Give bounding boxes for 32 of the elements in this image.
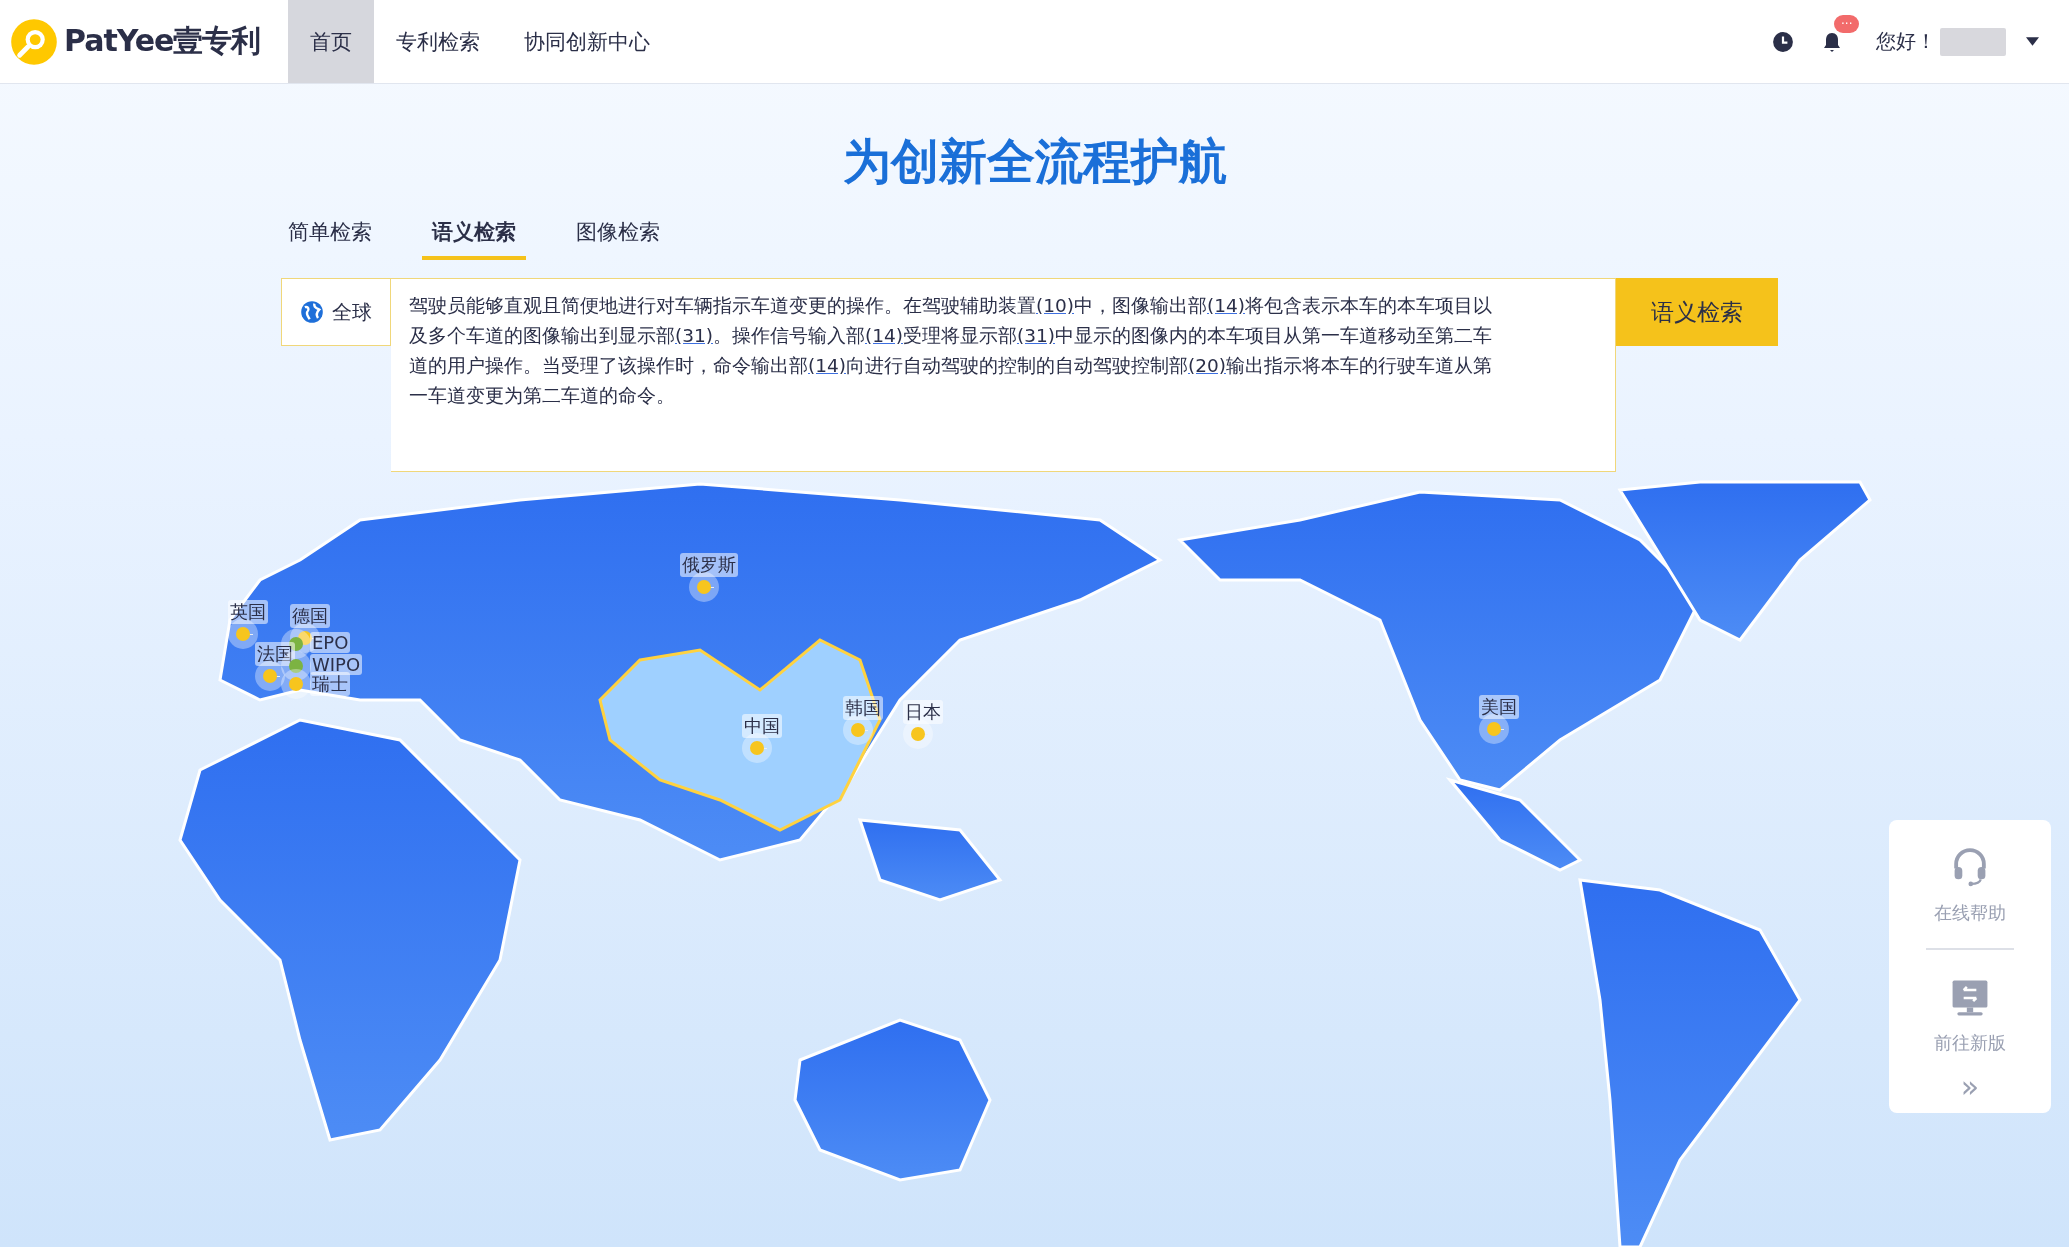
map-label: 德国 [290,604,330,628]
notification-badge: ··· [1834,14,1860,33]
map-label: 中国 [742,714,782,738]
map-label: 法国 [255,642,295,666]
map-label: 日本 [903,700,943,724]
logo-magnifier-icon [10,17,58,66]
monitor-swap-icon [1951,979,1989,1017]
bell-icon[interactable] [1822,30,1842,53]
headset-icon [1951,847,1989,887]
scope-selector[interactable]: 全球 [281,278,391,346]
semantic-search-button[interactable]: 语义检索 [1616,278,1778,346]
globe-icon [300,300,324,324]
logo-text: PatYee壹专利 [64,22,261,60]
nav-tab[interactable]: 首页 [288,0,374,83]
map-label: 英国 [228,600,268,624]
map-label: 瑞士 [310,672,350,696]
map-label: 俄罗斯 [680,553,738,577]
search-tab[interactable]: 图像检索 [566,214,670,260]
search-tab[interactable]: 语义检索 [422,214,526,260]
query-field[interactable]: 驾驶员能够直观且简便地进行对车辆指示车道变更的操作。在驾驶辅助装置(10)中，图像输出部(14)将包含表示本车的本车项目以及多个车道的图像输出到显示部(31)。操作信号输入部(14)受理将显示部(31)中显示的图像内的本车项目从第一车道移动至第二车道的用户操作。当受理了该操作时，命令输出部(14)向进行自动驾驶的控制的自动驾驶控制部(20)输出指示将本车的行驶车道从第一车道变更为第二车道的命令。 [391,278,1616,472]
map-label: EPO [310,632,351,653]
clock-icon[interactable] [1772,30,1794,53]
map-label: WIPO [310,654,363,675]
caret-down-icon[interactable] [2026,37,2039,46]
nav-tab[interactable]: 协同创新中心 [502,0,672,83]
nav-tab[interactable]: 专利检索 [374,0,502,83]
map-label: 美国 [1479,695,1519,719]
map-label: 韩国 [843,696,883,720]
hero-title: 为创新全流程护航 [842,132,1227,191]
blurred-username [1940,27,2006,56]
search-tab[interactable]: 简单检索 [278,214,382,260]
greeting-text: 您好！ [1876,28,1936,55]
